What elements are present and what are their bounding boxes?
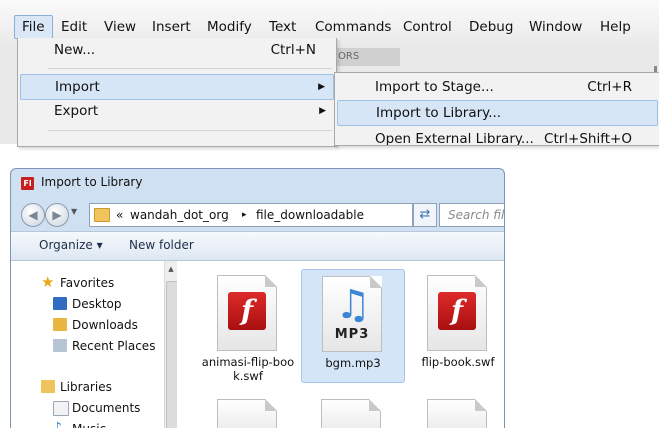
menu-item-label: Open External Library... [375,131,534,146]
menu-debug[interactable]: Debug [462,16,520,38]
recent-places-icon [53,339,67,352]
menu-text[interactable]: Text [262,16,303,38]
file-tile-animasi-flip-book[interactable]: f animasi-flip-book.swf [197,269,299,383]
file-tile-partial[interactable] [407,393,504,428]
menu-window[interactable]: Window [522,16,589,38]
file-tile-flip-book[interactable]: f flip-book.swf [407,269,504,381]
back-arrow-icon[interactable]: ◀ [21,203,45,227]
menu-file[interactable]: File [14,15,53,39]
address-prefix: « [116,208,124,222]
breadcrumb-separator-icon: ▸ [242,210,247,220]
menu-item-export[interactable]: Export ▶ [20,99,334,123]
dialog-title: Import to Library [41,175,143,189]
search-input[interactable]: Search file [439,203,504,227]
forward-arrow-icon[interactable]: ▶ [45,203,69,227]
libraries-icon [41,380,55,393]
desktop-icon [53,297,67,310]
nav-label: Favorites [60,276,115,290]
documents-icon [53,401,69,416]
file-tile-partial[interactable] [197,393,299,428]
music-note-icon: ♫ [335,282,371,328]
panel-tab[interactable]: ORS [330,48,400,66]
document-icon [427,399,487,428]
refresh-icon[interactable]: ⇄ [413,203,437,227]
menu-item-label: Export [54,103,99,119]
music-icon: ♪ [53,420,62,428]
menu-item-shortcut: Ctrl+Shift+O [544,131,632,146]
menu-item-import-to-library[interactable]: Import to Library... [337,100,658,126]
import-to-library-dialog: Fl Import to Library ◀ ▶ ▼ « wandah_dot_… [10,168,505,428]
file-tile-partial[interactable] [301,393,403,428]
nav-label: Documents [72,401,141,415]
breadcrumb-file-downloadable[interactable]: file_downloadable [256,204,364,226]
document-icon: ♫ MP3 [322,276,382,352]
nav-label: Downloads [72,318,138,332]
dialog-titlebar[interactable]: Fl Import to Library [11,169,504,197]
menu-separator [48,68,332,69]
organize-button[interactable]: Organize ▾ [39,238,103,252]
nav-label: Libraries [60,380,112,394]
menu-item-label: New... [54,42,96,58]
menu-modify[interactable]: Modify [200,16,259,38]
menu-item-shortcut: Ctrl+N [270,42,316,58]
file-name: bgm.mp3 [325,356,381,370]
nav-pane-scrollbar[interactable]: ▲ [164,261,178,428]
breadcrumb-wandah-dot-org[interactable]: wandah_dot_org [130,204,229,226]
menu-item-shortcut: Ctrl+R [587,79,632,95]
nav-label: Desktop [72,297,122,311]
submenu-arrow-icon: ▶ [318,82,325,92]
address-row: ◀ ▶ ▼ « wandah_dot_org ▸ file_downloadab… [11,197,504,231]
menu-control[interactable]: Control [396,16,459,38]
file-menu-dropdown: New... Ctrl+N Import ▶ Export ▶ [17,38,337,147]
navigation-pane: ★ Favorites Desktop Downloads Recent Pla… [11,261,176,428]
file-name: animasi-flip-book.swf [201,355,295,383]
menu-commands[interactable]: Commands [308,16,398,38]
document-icon [217,399,277,428]
document-icon [321,399,381,428]
flash-file-icon: f [438,292,476,330]
mp3-badge: MP3 [334,327,370,342]
recent-dropdown-icon[interactable]: ▼ [71,207,77,216]
folder-icon [94,208,110,222]
submenu-arrow-icon: ▶ [319,106,326,116]
downloads-icon [53,318,67,331]
new-folder-button[interactable]: New folder [129,238,194,252]
file-list: f animasi-flip-book.swf ♫ MP3 bgm.mp3 f … [177,261,504,428]
menu-item-import[interactable]: Import ▶ [20,74,334,100]
menu-edit[interactable]: Edit [54,16,94,38]
document-icon: f [217,275,277,351]
dialog-toolbar: Organize ▾ New folder [11,231,504,261]
menu-item-open-external-library[interactable]: Open External Library... Ctrl+Shift+O [337,127,658,146]
menu-item-label: Import to Library... [376,105,502,121]
star-icon: ★ [41,273,55,291]
menu-item-import-to-stage[interactable]: Import to Stage... Ctrl+R [337,75,658,99]
file-name: flip-book.swf [421,355,495,369]
flash-app-icon: Fl [21,177,34,190]
nav-label: Recent Places [72,339,156,353]
file-tile-bgm-mp3[interactable]: ♫ MP3 bgm.mp3 [301,269,405,383]
address-bar[interactable]: « wandah_dot_org ▸ file_downloadable ▼ [89,203,483,227]
scroll-up-icon[interactable]: ▲ [165,261,177,277]
menu-item-label: Import [55,79,100,95]
menu-insert[interactable]: Insert [145,16,198,38]
flash-file-icon: f [228,292,266,330]
import-submenu: Import to Stage... Ctrl+R Import to Libr… [334,72,659,146]
menu-view[interactable]: View [97,16,143,38]
menu-separator [48,130,332,131]
document-icon: f [427,275,487,351]
menu-help[interactable]: Help [593,16,638,38]
menu-item-label: Import to Stage... [375,79,494,95]
menu-item-new[interactable]: New... Ctrl+N [20,38,334,62]
